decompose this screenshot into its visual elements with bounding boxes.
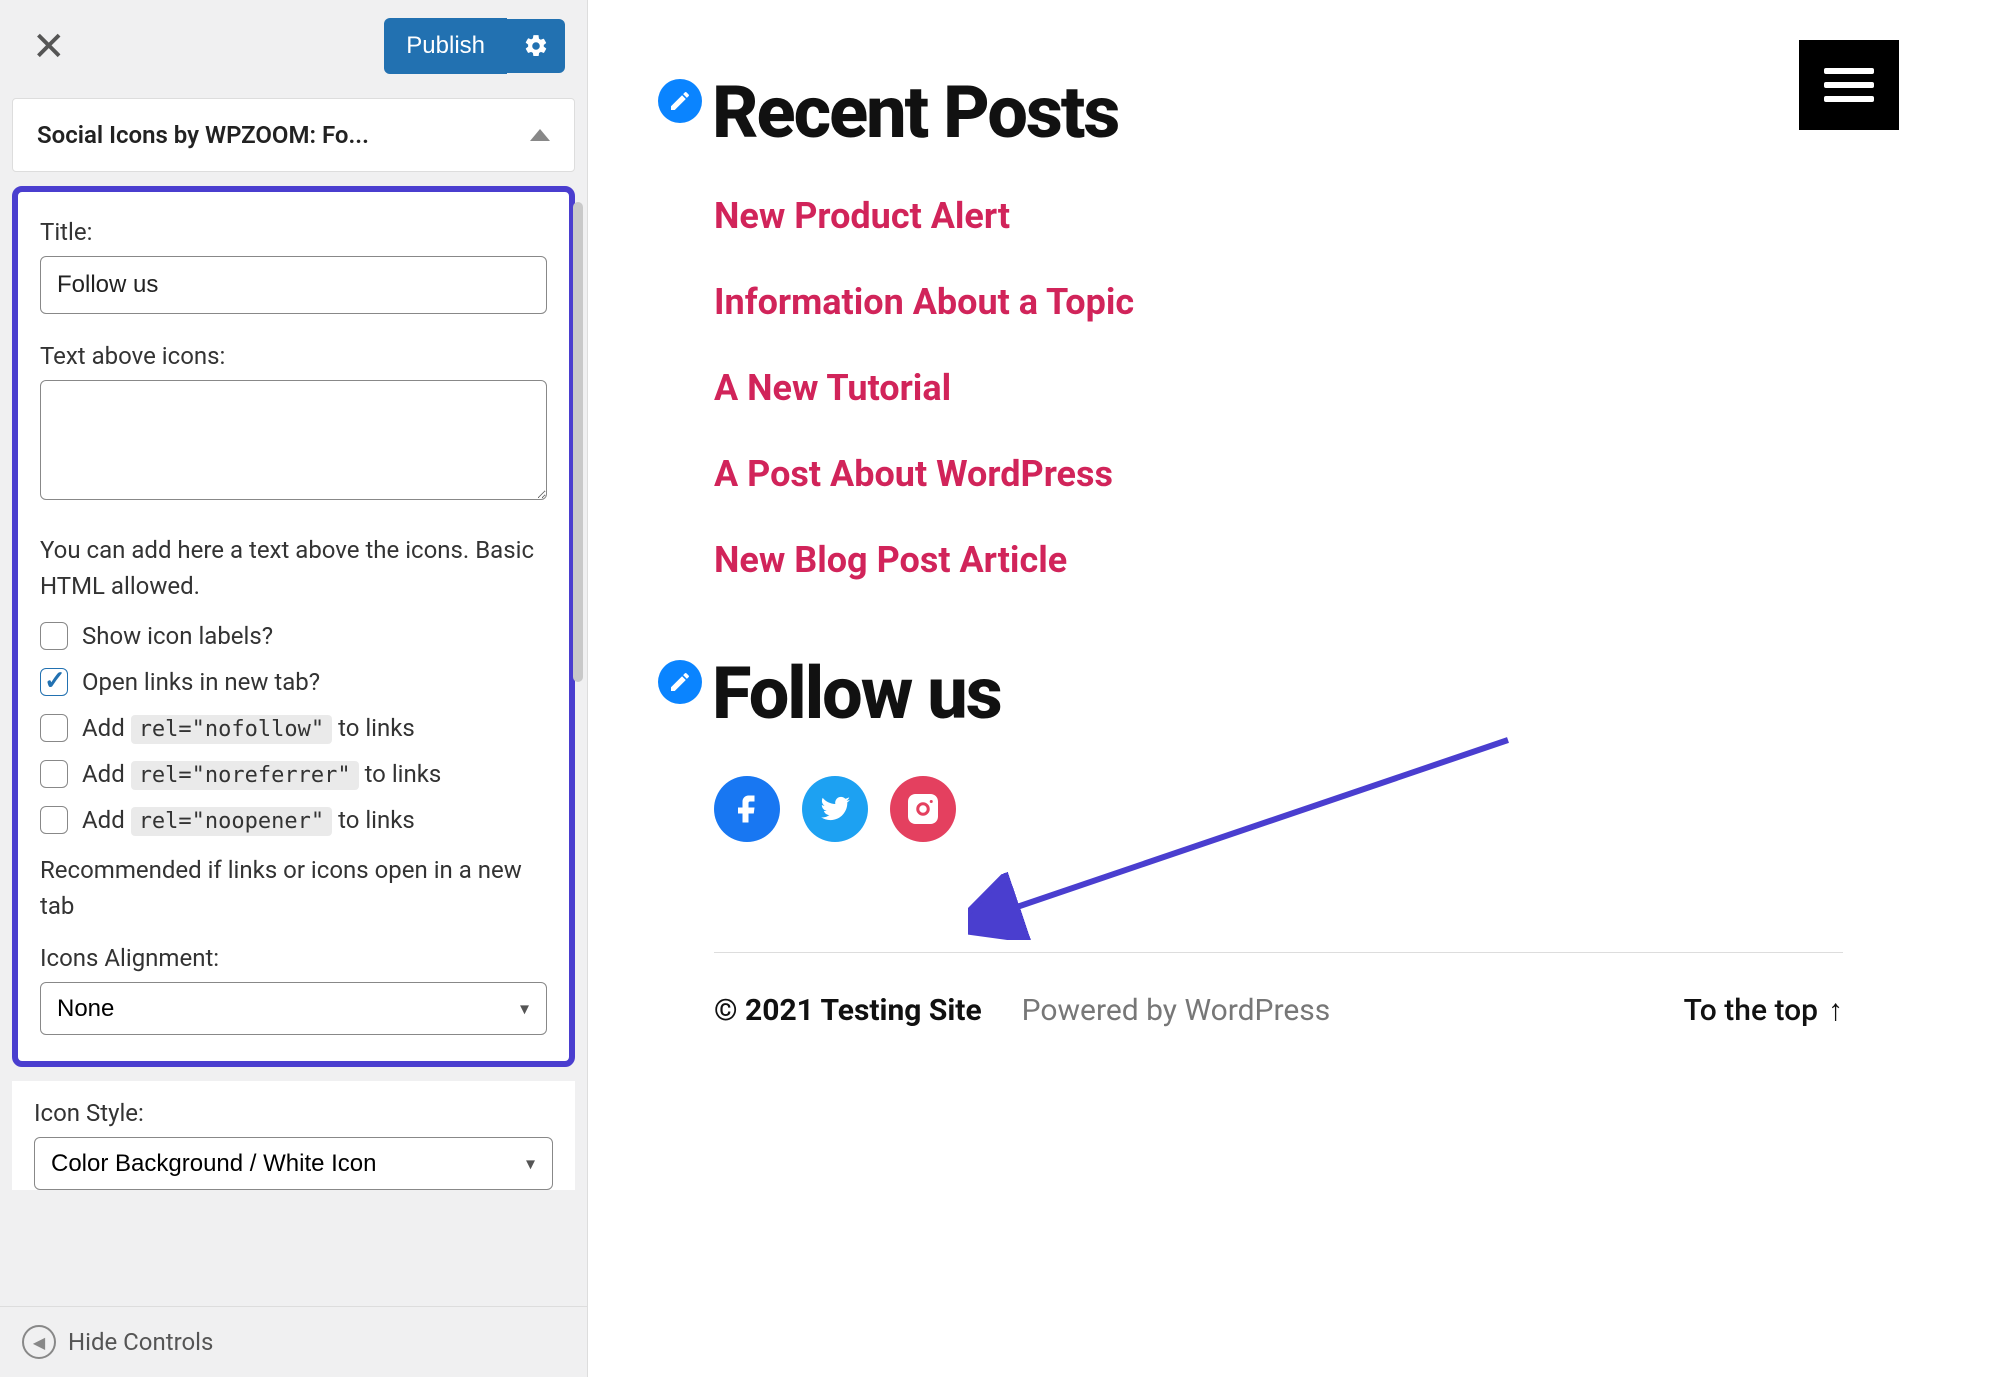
live-preview: Recent Posts New Product Alert Informati… bbox=[588, 0, 1999, 1377]
annotation-arrow bbox=[968, 720, 1528, 940]
alignment-label: Icons Alignment: bbox=[40, 944, 547, 972]
nofollow-checkbox[interactable] bbox=[40, 714, 68, 742]
instagram-icon[interactable] bbox=[890, 776, 956, 842]
show-labels-checkbox[interactable] bbox=[40, 622, 68, 650]
gear-icon bbox=[523, 33, 549, 59]
edit-shortcut-button[interactable] bbox=[658, 660, 702, 704]
scrollbar[interactable] bbox=[573, 202, 583, 682]
text-above-textarea[interactable] bbox=[40, 380, 547, 500]
pencil-icon bbox=[668, 89, 692, 113]
widget-settings-highlight: Title: Text above icons: You can add her… bbox=[12, 186, 575, 1067]
post-link[interactable]: Information About a Topic bbox=[714, 281, 1899, 323]
alignment-select[interactable]: None bbox=[40, 982, 547, 1035]
collapse-left-icon: ◀ bbox=[22, 1325, 56, 1359]
menu-button[interactable] bbox=[1799, 40, 1899, 130]
publish-button[interactable]: Publish bbox=[384, 18, 507, 74]
footer-divider bbox=[714, 952, 1843, 953]
noreferrer-checkbox[interactable] bbox=[40, 760, 68, 788]
new-tab-checkbox[interactable] bbox=[40, 668, 68, 696]
noopener-code: rel="noopener" bbox=[131, 807, 332, 836]
post-link[interactable]: A New Tutorial bbox=[714, 367, 1899, 409]
settings-button[interactable] bbox=[507, 19, 565, 73]
facebook-icon[interactable] bbox=[714, 776, 780, 842]
twitter-icon[interactable] bbox=[802, 776, 868, 842]
noreferrer-code: rel="noreferrer" bbox=[131, 761, 359, 790]
widget-accordion-header[interactable]: Social Icons by WPZOOM: Fo... bbox=[12, 98, 575, 172]
show-labels-checkbox-row[interactable]: Show icon labels? bbox=[40, 622, 547, 650]
post-link[interactable]: A Post About WordPress bbox=[714, 453, 1899, 495]
noopener-checkbox-row[interactable]: Add rel="noopener" to links bbox=[40, 806, 547, 834]
post-link[interactable]: New Blog Post Article bbox=[714, 539, 1899, 581]
edit-shortcut-button[interactable] bbox=[658, 79, 702, 123]
hide-controls-button[interactable]: ◀ Hide Controls bbox=[0, 1306, 587, 1377]
text-above-label: Text above icons: bbox=[40, 342, 547, 370]
show-labels-text: Show icon labels? bbox=[82, 622, 273, 650]
noreferrer-checkbox-row[interactable]: Add rel="noreferrer" to links bbox=[40, 760, 547, 788]
nofollow-code: rel="nofollow" bbox=[131, 715, 332, 744]
iconstyle-select[interactable]: Color Background / White Icon bbox=[34, 1137, 553, 1190]
hamburger-icon bbox=[1824, 60, 1874, 110]
arrow-up-icon: ↑ bbox=[1828, 993, 1843, 1028]
recommended-text: Recommended if links or icons open in a … bbox=[40, 852, 547, 924]
new-tab-checkbox-row[interactable]: Open links in new tab? bbox=[40, 668, 547, 696]
footer-copyright: © 2021 Testing Site bbox=[714, 993, 982, 1028]
close-icon[interactable]: ✕ bbox=[22, 19, 76, 74]
footer-powered: Powered by WordPress bbox=[1022, 993, 1331, 1028]
accordion-title: Social Icons by WPZOOM: Fo... bbox=[37, 121, 369, 149]
title-label: Title: bbox=[40, 218, 547, 246]
customizer-sidebar: ✕ Publish Social Icons by WPZOOM: Fo... … bbox=[0, 0, 588, 1377]
hide-controls-label: Hide Controls bbox=[68, 1328, 213, 1356]
nofollow-checkbox-row[interactable]: Add rel="nofollow" to links bbox=[40, 714, 547, 742]
recent-posts-heading: Recent Posts bbox=[712, 70, 1118, 155]
chevron-up-icon bbox=[530, 129, 550, 141]
iconstyle-label: Icon Style: bbox=[34, 1099, 553, 1127]
new-tab-text: Open links in new tab? bbox=[82, 668, 320, 696]
title-input[interactable] bbox=[40, 256, 547, 314]
noopener-checkbox[interactable] bbox=[40, 806, 68, 834]
help-text: You can add here a text above the icons.… bbox=[40, 532, 547, 604]
pencil-icon bbox=[668, 670, 692, 694]
to-the-top-link[interactable]: To the top ↑ bbox=[1684, 993, 1843, 1028]
post-link[interactable]: New Product Alert bbox=[714, 195, 1899, 237]
post-list: New Product Alert Information About a To… bbox=[714, 195, 1899, 581]
follow-us-heading: Follow us bbox=[712, 651, 1001, 736]
